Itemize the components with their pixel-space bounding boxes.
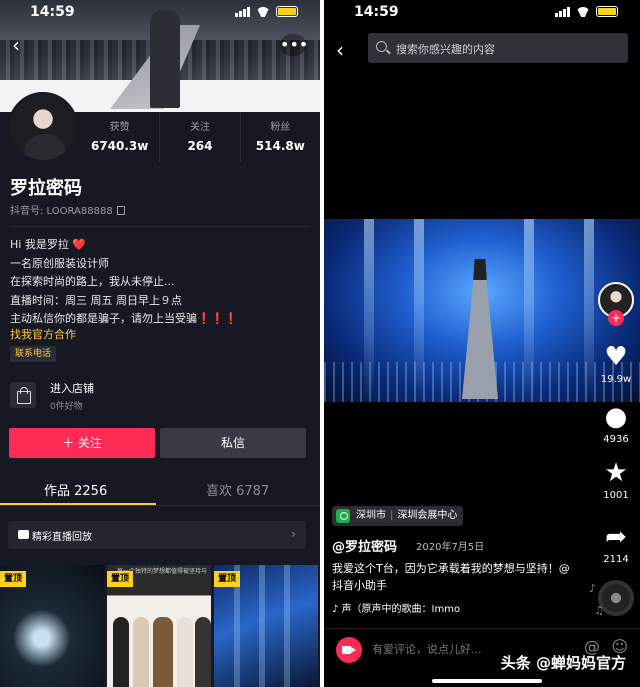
search-icon xyxy=(376,41,387,52)
signal-icon xyxy=(235,6,250,17)
battery-icon xyxy=(596,6,618,17)
location-pin-icon xyxy=(336,509,350,523)
favorite-count: 1001 xyxy=(603,490,629,501)
follow-button[interactable]: ＋ 关注 xyxy=(9,428,155,458)
music-note-icon: ♪ xyxy=(588,582,596,595)
comment-input[interactable]: 有爱评论，说点儿好... xyxy=(372,641,482,657)
stat-value: 514.8w xyxy=(255,139,305,153)
stat-likes[interactable]: 获赞 6740.3w xyxy=(80,112,159,162)
stat-value: 264 xyxy=(187,139,213,153)
pinned-badge: 置顶 xyxy=(107,571,134,587)
video-thumbnail[interactable]: 置顶 xyxy=(214,565,318,687)
stat-value: 6740.3w xyxy=(90,139,149,153)
stat-label: 获赞 xyxy=(109,122,130,133)
location-venue: 深圳会展中心 xyxy=(397,510,458,521)
stat-following[interactable]: 关注 264 xyxy=(159,112,239,162)
profile-name: 罗拉密码 xyxy=(10,178,82,199)
battery-icon xyxy=(276,6,298,17)
pinned-badge: 置顶 xyxy=(214,571,241,587)
pinned-badge: 置顶 xyxy=(0,571,27,587)
like-count: 19.9w xyxy=(600,374,632,385)
author-name[interactable]: @罗拉密码 xyxy=(332,536,397,555)
status-bar: 14:59 xyxy=(0,0,320,26)
status-time: 14:59 xyxy=(354,4,399,20)
back-arrow-icon[interactable]: ‹ xyxy=(12,34,30,56)
stat-label: 关注 xyxy=(189,122,210,133)
live-replay-entry[interactable]: 精彩直播回放 › xyxy=(8,521,306,549)
post-date: 2020年7月5日 xyxy=(416,542,485,553)
wifi-icon xyxy=(576,7,590,17)
back-arrow-icon[interactable]: ‹ xyxy=(336,38,344,62)
shopping-bag-icon xyxy=(10,382,36,408)
message-button[interactable]: 私信 xyxy=(160,428,306,458)
divider xyxy=(10,226,310,227)
stat-fans[interactable]: 粉丝 514.8w xyxy=(239,112,320,162)
wifi-icon xyxy=(256,7,270,17)
profile-screen: 14:59 ‹ ••• 获赞 6740.3w 关注 264 粉丝 514.8w … xyxy=(0,0,320,687)
like-button[interactable]: ♥ 19.9w xyxy=(596,342,636,385)
star-icon: ★ xyxy=(604,458,628,488)
active-tab-indicator xyxy=(0,503,156,505)
video-thumbnail[interactable]: 每一个独特的梦想都值得被坚持与努力 置顶 xyxy=(107,565,211,687)
search-input[interactable]: 搜索你感兴趣的内容 xyxy=(368,33,628,63)
profile-stats: 获赞 6740.3w 关注 264 粉丝 514.8w xyxy=(80,112,320,162)
heart-icon: ♥ xyxy=(604,342,628,372)
share-count: 2114 xyxy=(603,554,629,565)
camera-icon[interactable] xyxy=(336,637,362,663)
search-placeholder: 搜索你感兴趣的内容 xyxy=(396,43,495,56)
video-grid: 置顶 每一个独特的梦想都值得被坚持与努力 置顶 置顶 xyxy=(0,565,320,687)
comment-icon: ● xyxy=(604,402,628,432)
copy-icon[interactable] xyxy=(116,206,125,215)
avatar[interactable] xyxy=(8,92,78,162)
comment-count: 4936 xyxy=(603,434,629,445)
shop-entry[interactable]: 进入店铺 0件好物 xyxy=(10,378,310,414)
bio-line: 在探索时尚的路上，我从未停止... xyxy=(10,275,175,288)
watermark: 头条 @蝉妈妈官方 xyxy=(500,654,626,672)
video-caption: 我爱这个T台，因为它承载着我的梦想与坚持！@抖音小助手 xyxy=(332,562,570,592)
home-indicator xyxy=(432,679,542,683)
author-avatar-button[interactable]: + xyxy=(596,282,636,326)
video-thumbnail[interactable]: 置顶 xyxy=(0,565,104,687)
share-icon: ➦ xyxy=(605,522,627,552)
tab-works[interactable]: 作品 2256 xyxy=(44,480,107,499)
replay-icon xyxy=(18,530,29,539)
tab-likes[interactable]: 喜欢 6787 xyxy=(206,480,269,499)
contact-phone-tag[interactable]: 联系电话 xyxy=(10,346,57,362)
signal-icon xyxy=(555,6,570,17)
video-player[interactable] xyxy=(324,219,640,402)
video-screen: 14:59 ‹ 搜索你感兴趣的内容 + ♥ 19.9w ● 4936 ★ 100… xyxy=(324,0,640,687)
shop-title: 进入店铺 xyxy=(50,382,94,395)
bio-line: Hi 我是罗拉 ❤️ xyxy=(10,238,87,251)
business-cooperation-link[interactable]: 找我官方合作 xyxy=(10,326,76,342)
location-tag[interactable]: 深圳市 | 深圳会展中心 xyxy=(332,506,464,526)
bio-line: 一名原创服装设计师 xyxy=(10,256,109,270)
share-button[interactable]: ➦ 2114 xyxy=(596,522,636,565)
music-info[interactable]: ♪ 声（原声中的歌曲：Immo xyxy=(332,600,532,615)
douyin-id-text: 抖音号: LOORA88888 xyxy=(10,206,113,217)
chevron-right-icon: › xyxy=(291,527,296,541)
status-time: 14:59 xyxy=(30,4,75,20)
favorite-button[interactable]: ★ 1001 xyxy=(596,458,636,501)
status-bar: 14:59 xyxy=(324,0,640,26)
replay-label: 精彩直播回放 xyxy=(32,532,92,543)
music-note-icon: ♫ xyxy=(594,604,604,617)
profile-tabs: 作品 2256 喜欢 6787 xyxy=(0,474,320,506)
more-icon[interactable]: ••• xyxy=(280,34,308,56)
profile-bio: Hi 我是罗拉 ❤️ 一名原创服装设计师 在探索时尚的路上，我从未停止... 直… xyxy=(10,236,238,329)
stat-label: 粉丝 xyxy=(270,122,291,133)
follow-plus-icon[interactable]: + xyxy=(608,310,624,326)
warning-emoji: ❗❗❗ xyxy=(197,312,239,325)
location-city: 深圳市 xyxy=(356,510,386,521)
bio-line: 直播时间：周三 周五 周日早上９点 xyxy=(10,293,182,307)
comment-button[interactable]: ● 4936 xyxy=(596,402,636,445)
shop-subtitle: 0件好物 xyxy=(50,402,83,412)
heart-emoji: ❤️ xyxy=(72,238,87,251)
douyin-id[interactable]: 抖音号: LOORA88888 xyxy=(10,202,125,217)
